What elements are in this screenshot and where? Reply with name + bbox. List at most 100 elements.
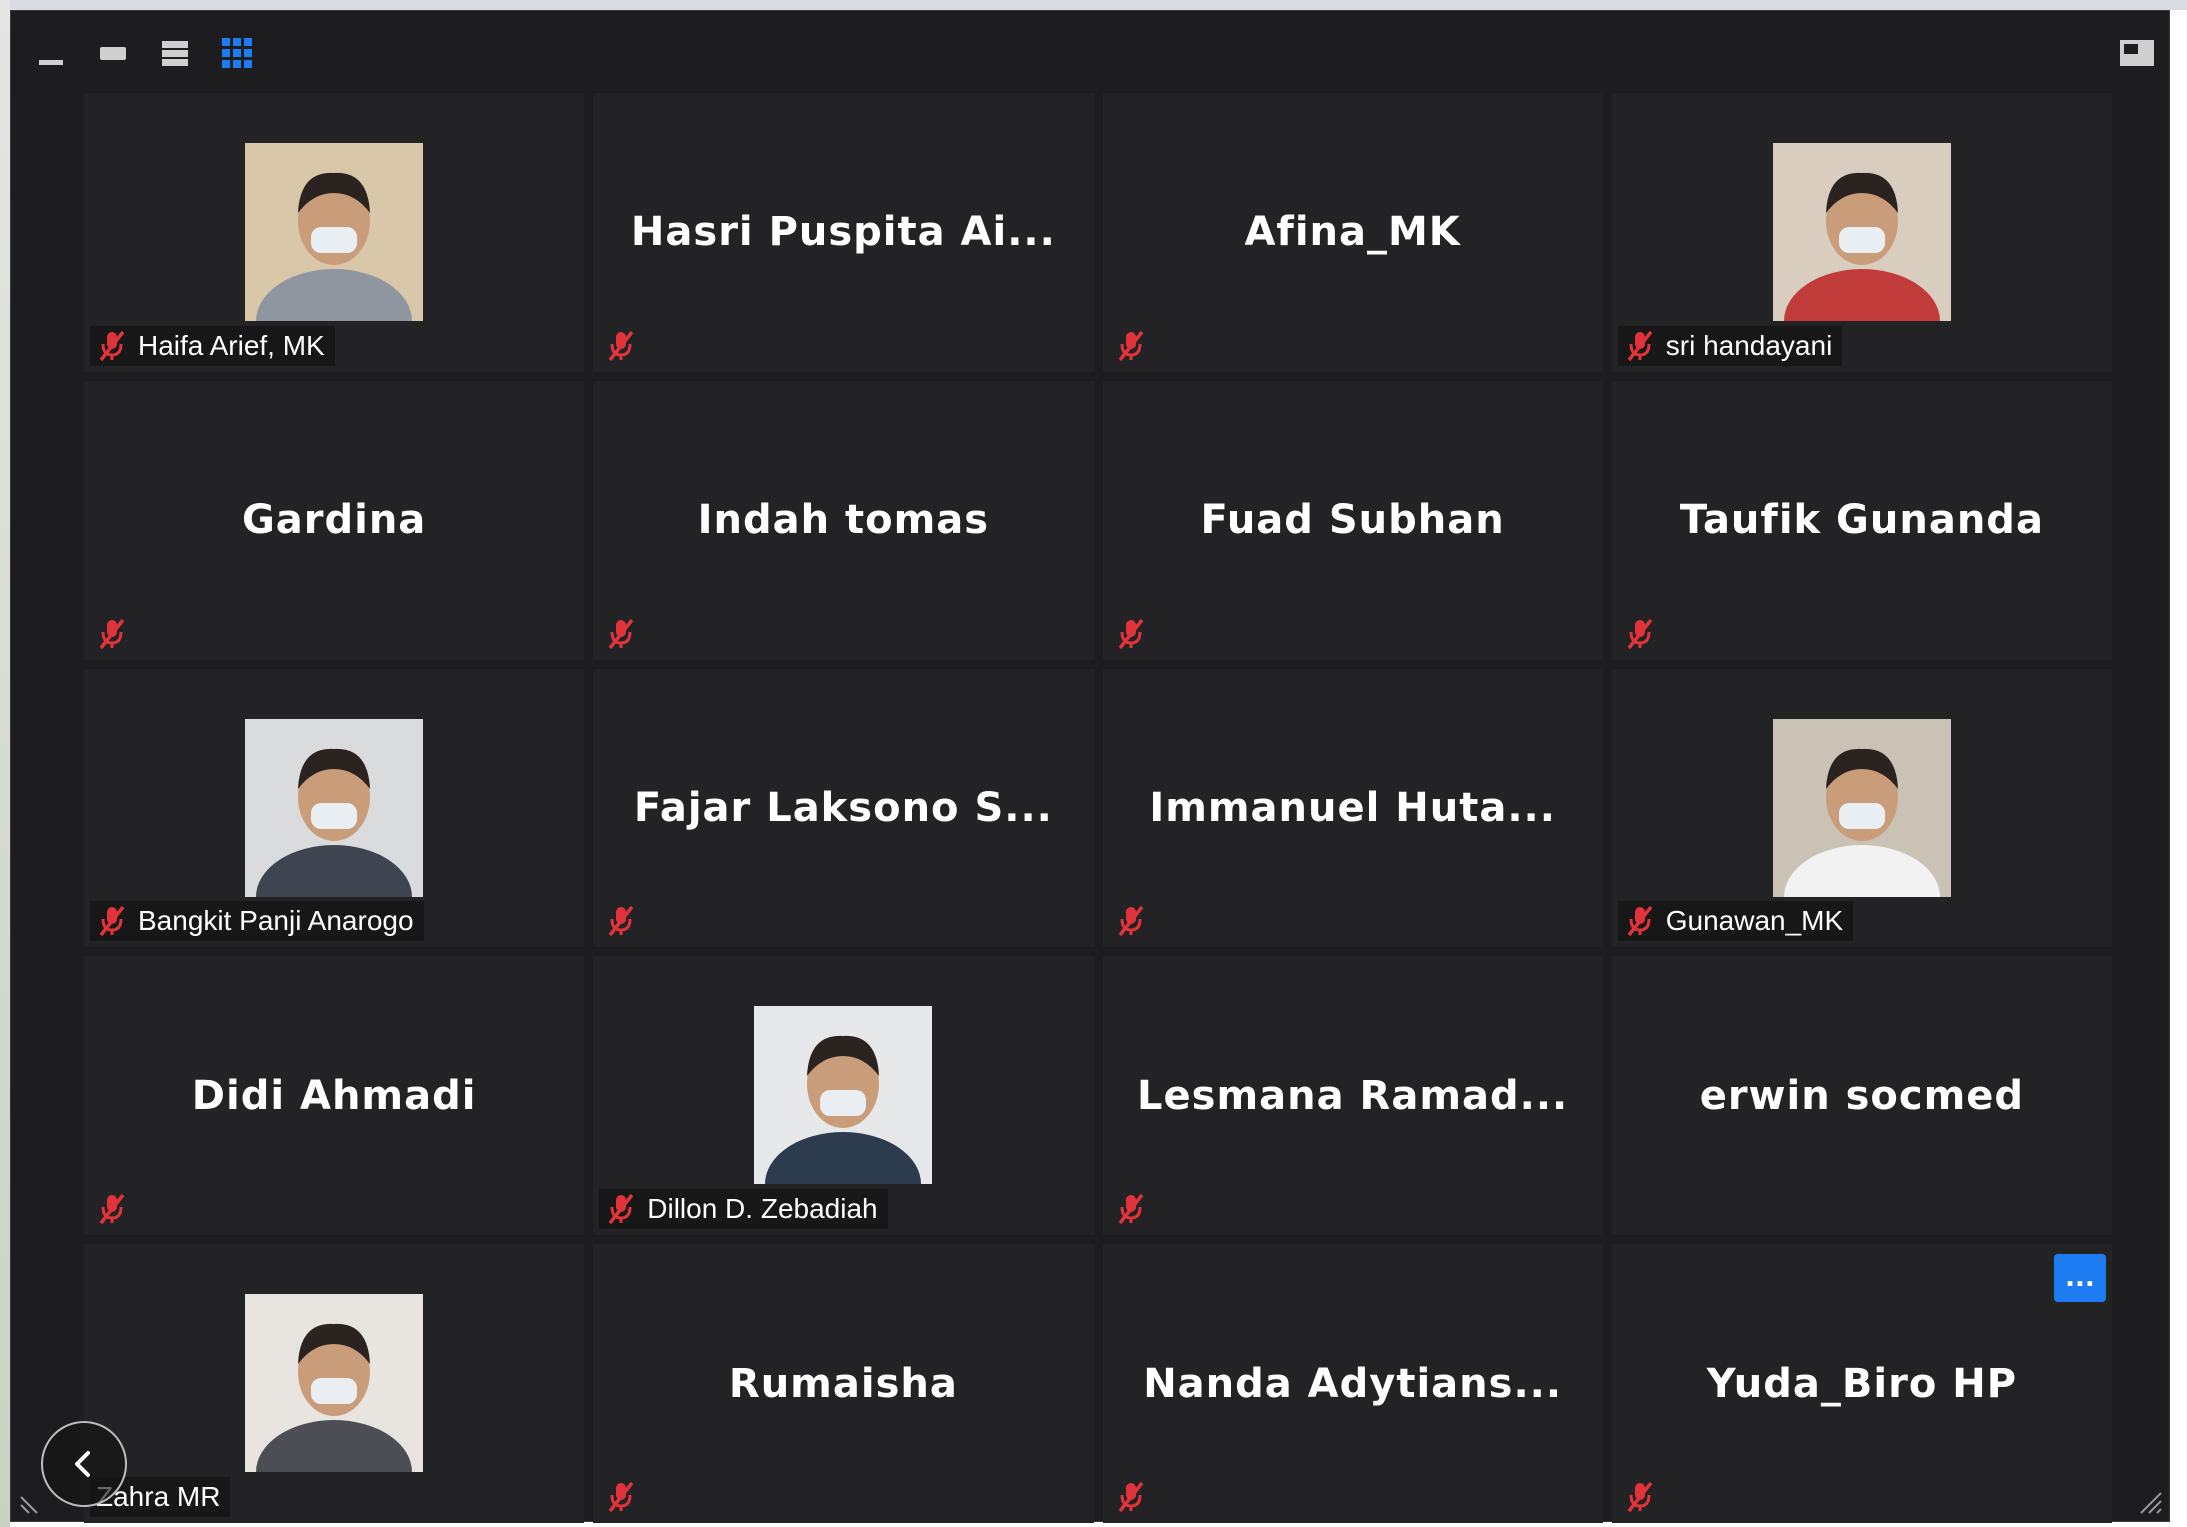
muted-mic-icon xyxy=(1627,618,1653,649)
background-window-edge-left xyxy=(0,0,10,1527)
participant-display-name: Rumaisha xyxy=(728,1360,958,1407)
participant-tile[interactable]: Dillon D. Zebadiah xyxy=(593,956,1094,1236)
participant-tile[interactable]: Taufik Gunanda xyxy=(1611,380,2112,660)
participant-label xyxy=(90,614,148,654)
participant-label xyxy=(599,614,657,654)
participant-tile[interactable]: Rumaisha xyxy=(593,1244,1094,1523)
participant-video-icon xyxy=(1772,143,1951,321)
participant-display-name: Fajar Laksono S... xyxy=(633,784,1053,831)
participant-label xyxy=(1109,1477,1167,1517)
participant-label: Haifa Arief, MK xyxy=(90,325,335,366)
participant-label: sri handayani xyxy=(1617,325,1843,366)
minimize-icon[interactable] xyxy=(33,35,69,71)
muted-mic-icon xyxy=(608,1194,634,1225)
participant-label xyxy=(599,1477,657,1517)
participant-label: Dillon D. Zebadiah xyxy=(599,1189,888,1230)
participant-label xyxy=(1618,614,1676,654)
participant-display-name: Taufik Gunanda xyxy=(1679,497,2044,544)
participant-video-icon xyxy=(245,1294,424,1473)
chevron-left-icon xyxy=(75,1451,90,1477)
participant-video xyxy=(245,718,424,897)
muted-mic-icon xyxy=(608,906,634,937)
participant-tile[interactable]: Immanuel Huta... xyxy=(1102,668,1603,948)
participant-label xyxy=(599,326,657,366)
participant-video-icon xyxy=(245,143,424,321)
meeting-window: Haifa Arief, MK Hasri Puspita Ai... Afina_… xyxy=(10,10,2170,1523)
participant-tile[interactable]: Indah tomas xyxy=(593,380,1094,660)
participant-label xyxy=(1618,1477,1676,1517)
participant-tile[interactable]: sri handayani xyxy=(1611,93,2112,372)
participant-video xyxy=(1772,143,1951,321)
speaker-view-icon[interactable] xyxy=(95,35,131,71)
muted-mic-icon xyxy=(608,330,634,361)
participant-display-name: Yuda_Biro HP xyxy=(1706,1360,2018,1407)
participant-tile[interactable]: Hasri Puspita Ai... xyxy=(593,93,1094,372)
muted-mic-icon xyxy=(608,618,634,649)
participant-label: Bangkit Panji Anarogo xyxy=(90,901,424,942)
participant-name-label: Bangkit Panji Anarogo xyxy=(138,905,414,937)
strip-view-icon[interactable] xyxy=(157,35,193,71)
resize-handle-left[interactable] xyxy=(19,1489,45,1515)
view-toolbar xyxy=(11,11,2169,93)
muted-mic-icon xyxy=(99,618,125,649)
resize-handle-right[interactable] xyxy=(2137,1489,2163,1515)
muted-mic-icon xyxy=(1118,906,1143,937)
participant-tile[interactable]: Zahra MR xyxy=(84,1244,585,1523)
exit-fullscreen-icon[interactable] xyxy=(2119,35,2155,71)
participant-video-icon xyxy=(1772,718,1951,897)
previous-page-button[interactable] xyxy=(41,1421,127,1507)
participant-label: Gunawan_MK xyxy=(1617,901,1854,942)
muted-mic-icon xyxy=(99,906,125,937)
participant-video-icon xyxy=(754,1006,933,1185)
participant-label xyxy=(599,901,657,941)
participant-video xyxy=(754,1006,933,1185)
participant-display-name: Lesmana Ramad... xyxy=(1137,1072,1569,1119)
participant-tile[interactable]: Fuad Subhan xyxy=(1102,380,1603,660)
participant-name-label: Dillon D. Zebadiah xyxy=(647,1193,878,1225)
participant-display-name: erwin socmed xyxy=(1699,1072,2025,1119)
participant-tile[interactable]: Gardina xyxy=(84,380,585,660)
participant-tile[interactable]: Bangkit Panji Anarogo xyxy=(84,668,585,948)
participant-label xyxy=(90,1189,148,1229)
participant-name-label: Haifa Arief, MK xyxy=(138,329,325,361)
muted-mic-icon xyxy=(1118,330,1143,361)
muted-mic-icon xyxy=(1118,618,1143,649)
participant-display-name: Gardina xyxy=(241,497,427,544)
participant-tile[interactable]: Nanda Adytians... xyxy=(1102,1244,1603,1523)
muted-mic-icon xyxy=(99,330,125,361)
participant-display-name: Immanuel Huta... xyxy=(1149,784,1556,831)
participant-display-name: Hasri Puspita Ai... xyxy=(630,209,1056,256)
participant-tile[interactable]: Didi Ahmadi xyxy=(84,956,585,1236)
participant-label xyxy=(1109,901,1167,941)
muted-mic-icon xyxy=(99,1194,125,1225)
participant-video xyxy=(245,143,424,321)
participant-display-name: Didi Ahmadi xyxy=(191,1072,477,1119)
participant-label xyxy=(1109,326,1167,366)
gallery-view-icon[interactable] xyxy=(219,35,255,71)
muted-mic-icon xyxy=(1118,1194,1143,1225)
participant-label xyxy=(1109,614,1167,654)
participant-name-label: sri handayani xyxy=(1665,329,1833,361)
participant-label xyxy=(1109,1189,1167,1229)
muted-mic-icon xyxy=(608,1481,634,1513)
muted-mic-icon xyxy=(1627,330,1653,361)
muted-mic-icon xyxy=(1627,906,1653,937)
participant-tile[interactable]: Haifa Arief, MK xyxy=(84,93,585,372)
background-window-edge xyxy=(0,0,2187,10)
participant-tile[interactable]: Fajar Laksono S... xyxy=(593,668,1094,948)
participant-video xyxy=(245,1294,424,1473)
participant-tile[interactable]: Gunawan_MK xyxy=(1611,668,2112,948)
participant-display-name: Fuad Subhan xyxy=(1200,497,1505,544)
muted-mic-icon xyxy=(1627,1481,1653,1513)
muted-mic-icon xyxy=(1118,1481,1143,1513)
participant-tile[interactable]: erwin socmed xyxy=(1611,956,2112,1236)
more-options-button[interactable]: ... xyxy=(2054,1254,2106,1303)
participant-video xyxy=(1772,718,1951,897)
gallery-grid: Haifa Arief, MK Hasri Puspita Ai... Afina_… xyxy=(84,93,2112,1523)
participant-display-name: Indah tomas xyxy=(697,497,990,544)
participant-video-icon xyxy=(245,718,424,897)
participant-display-name: Nanda Adytians... xyxy=(1143,1360,1563,1407)
participant-tile[interactable]: Yuda_Biro HP... xyxy=(1611,1244,2112,1523)
participant-tile[interactable]: Lesmana Ramad... xyxy=(1102,956,1603,1236)
participant-tile[interactable]: Afina_MK xyxy=(1102,93,1603,372)
